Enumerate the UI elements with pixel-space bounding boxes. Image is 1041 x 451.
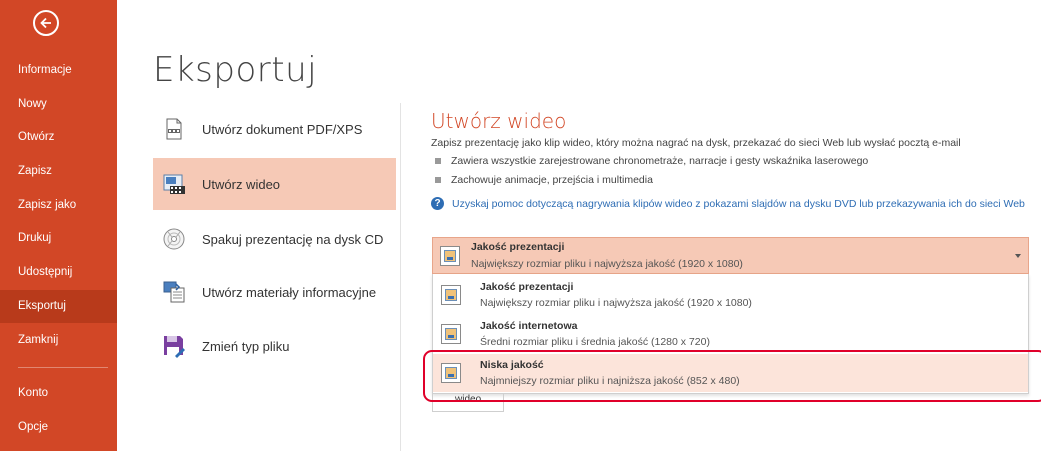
presentation-quality-icon <box>441 285 461 305</box>
video-description: Zapisz prezentację jako klip wideo, któr… <box>431 137 961 149</box>
export-option-pdf[interactable]: Utwórz dokument PDF/XPS <box>153 103 396 155</box>
nav-item-informacje[interactable]: Informacje <box>0 54 117 87</box>
bullet-icon <box>435 177 441 184</box>
nav-divider <box>18 367 108 368</box>
page-title: Eksportuj <box>153 50 318 90</box>
export-option-handouts[interactable]: Utwórz materiały informacyjne <box>153 266 396 318</box>
nav-item-eksportuj[interactable]: Eksportuj <box>0 290 117 323</box>
handouts-icon <box>163 281 185 303</box>
nav-item-zapisz-jako[interactable]: Zapisz jako <box>0 189 117 222</box>
export-option-label: Zmień typ pliku <box>202 338 290 354</box>
cd-icon <box>163 228 185 250</box>
video-icon <box>163 174 185 194</box>
quality-option-subtitle: Najmniejszy rozmiar pliku i najniższa ja… <box>480 375 740 387</box>
arrow-left-icon <box>40 17 51 29</box>
backstage-sidebar: Informacje Nowy Otwórz Zapisz Zapisz jak… <box>0 0 117 451</box>
quality-option-title: Jakość internetowa <box>480 320 578 332</box>
dropdown-selected-subtitle: Największy rozmiar pliku i najwyższa jak… <box>471 258 743 270</box>
nav-item-opcje[interactable]: Opcje <box>0 411 117 444</box>
quality-option-subtitle: Średni rozmiar pliku i średnia jakość (1… <box>480 336 710 348</box>
panel-divider <box>400 103 401 451</box>
export-option-label: Spakuj prezentację na dysk CD <box>202 231 384 247</box>
export-option-label: Utwórz dokument PDF/XPS <box>202 121 363 137</box>
export-option-video[interactable]: Utwórz wideo <box>153 158 396 210</box>
chevron-down-icon[interactable] <box>1015 254 1021 258</box>
presentation-quality-icon <box>440 246 460 266</box>
bullet-icon <box>435 158 441 165</box>
help-link-text[interactable]: Uzyskaj pomoc dotyczącą nagrywania klipó… <box>452 198 1025 210</box>
nav-item-zamknij[interactable]: Zamknij <box>0 324 117 357</box>
create-video-button[interactable]: wideo <box>432 394 504 412</box>
bullet-text: Zawiera wszystkie zarejestrowane chronom… <box>451 155 869 167</box>
quality-option-title: Niska jakość <box>480 359 544 371</box>
export-option-label: Utwórz wideo <box>202 176 281 192</box>
video-section-title: Utwórz wideo <box>431 109 567 133</box>
quality-option-title: Jakość prezentacji <box>480 281 574 293</box>
video-bullet: Zachowuje animacje, przejścia i multimed… <box>435 174 653 186</box>
help-link[interactable]: ? Uzyskaj pomoc dotyczącą nagrywania kli… <box>431 197 1025 210</box>
back-button[interactable] <box>33 10 59 36</box>
export-option-label: Utwórz materiały informacyjne <box>202 284 377 300</box>
low-quality-icon <box>441 363 461 383</box>
quality-option-subtitle: Największy rozmiar pliku i najwyższa jak… <box>480 297 752 309</box>
nav-item-nowy[interactable]: Nowy <box>0 88 117 121</box>
quality-dropdown[interactable]: Jakość prezentacji Największy rozmiar pl… <box>432 237 1029 274</box>
export-option-change-file-type[interactable]: Zmień typ pliku <box>153 320 396 372</box>
dropdown-selected-title: Jakość prezentacji <box>471 241 565 253</box>
help-icon: ? <box>431 197 444 210</box>
video-bullet: Zawiera wszystkie zarejestrowane chronom… <box>435 155 868 167</box>
internet-quality-icon <box>441 324 461 344</box>
nav-item-udostepnij[interactable]: Udostępnij <box>0 256 117 289</box>
nav-item-konto[interactable]: Konto <box>0 377 117 410</box>
save-file-type-icon <box>164 336 185 358</box>
quality-option-low[interactable]: Niska jakość Najmniejszy rozmiar pliku i… <box>433 354 1028 392</box>
nav-item-drukuj[interactable]: Drukuj <box>0 222 117 255</box>
quality-option-presentation[interactable]: Jakość prezentacji Największy rozmiar pl… <box>433 276 1028 314</box>
bullet-text: Zachowuje animacje, przejścia i multimed… <box>451 174 653 186</box>
export-option-cd[interactable]: Spakuj prezentację na dysk CD <box>153 213 396 265</box>
nav-item-zapisz[interactable]: Zapisz <box>0 155 117 188</box>
quality-option-internet[interactable]: Jakość internetowa Średni rozmiar pliku … <box>433 315 1028 353</box>
pdf-document-icon <box>166 118 182 140</box>
quality-dropdown-list: Jakość prezentacji Największy rozmiar pl… <box>432 274 1029 394</box>
nav-item-otworz[interactable]: Otwórz <box>0 121 117 154</box>
